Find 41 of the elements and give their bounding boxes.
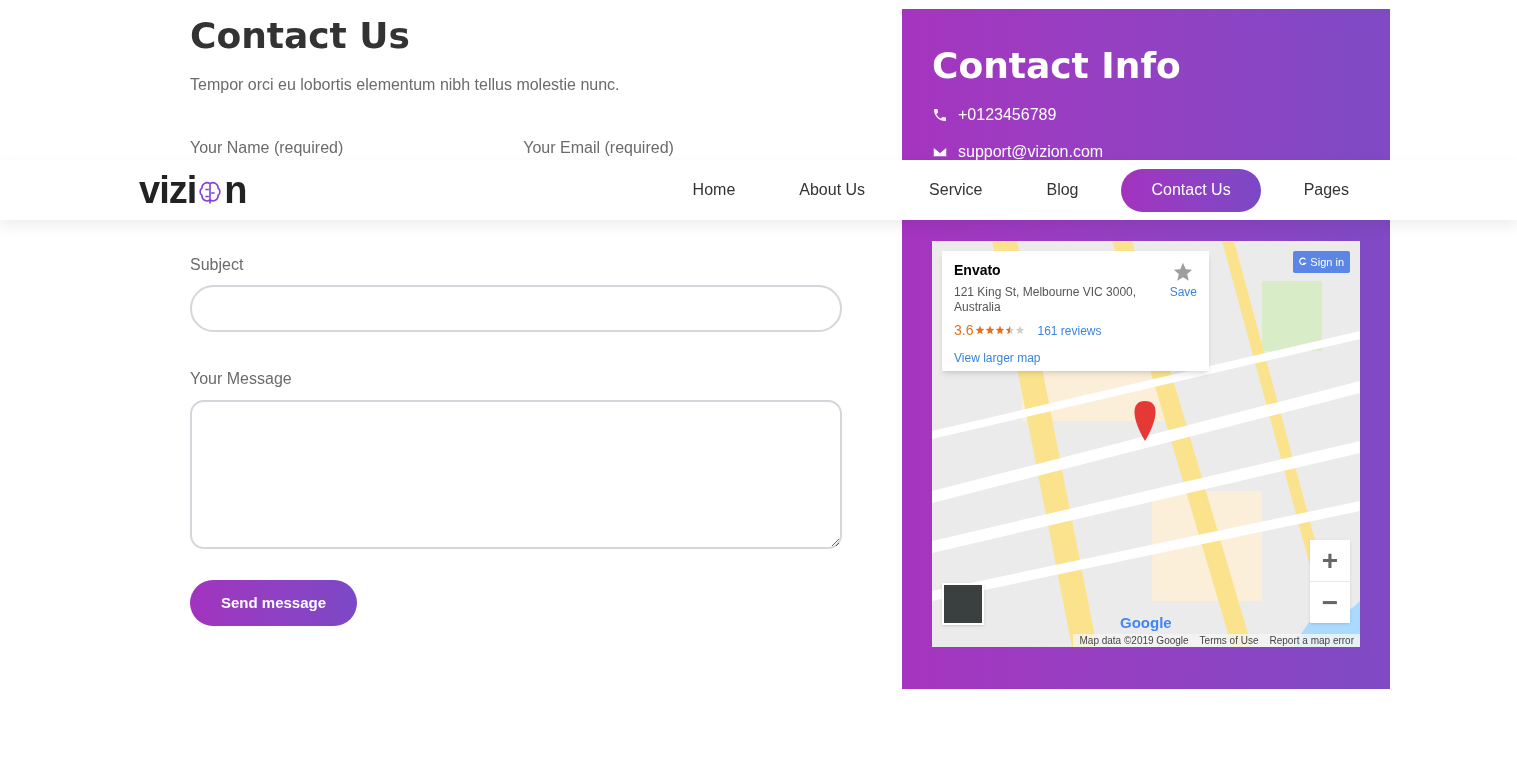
envelope-icon — [932, 146, 948, 158]
panel-title: Contact Info — [932, 45, 1181, 87]
star-icon — [985, 325, 996, 336]
map-footer-link[interactable]: Terms of Use — [1199, 634, 1259, 647]
star-icon — [975, 325, 986, 336]
nav-link[interactable]: Home — [671, 168, 757, 212]
zoom-out-button[interactable]: − — [1310, 581, 1350, 622]
google-logo: Google — [1120, 613, 1172, 633]
star-icon — [1015, 325, 1026, 336]
nav-link[interactable]: Blog — [1025, 168, 1100, 212]
send-button[interactable]: Send message — [190, 580, 357, 626]
nav-link[interactable]: Contact Us — [1121, 168, 1261, 212]
field-label: Your Message — [190, 369, 292, 389]
zoom-in-button[interactable]: + — [1310, 540, 1350, 581]
field-label: Subject — [190, 255, 244, 275]
phone-number: +0123456789 — [958, 105, 1057, 125]
place-name: Envato — [954, 261, 1001, 280]
field-label: Your Name (required) — [190, 139, 344, 156]
map-footer-link[interactable]: Report a map error — [1269, 634, 1354, 647]
page-title: Contact Us — [190, 14, 411, 58]
field-label: Your Email (required) — [523, 139, 674, 156]
google-g-icon — [1299, 256, 1308, 268]
nav-link[interactable]: Pages — [1282, 168, 1370, 212]
input-field[interactable] — [190, 285, 842, 332]
sign-in-button[interactable]: Sign in — [1293, 251, 1350, 273]
email-address: support@vizion.com — [958, 143, 1104, 161]
phone-icon — [932, 107, 948, 123]
star-icon — [995, 325, 1006, 336]
map-type-button[interactable] — [942, 583, 984, 625]
larger-map-link[interactable]: View larger map — [954, 349, 1041, 367]
save-button[interactable]: Save — [1169, 261, 1197, 301]
reviews-link[interactable]: 161 reviews — [1037, 321, 1102, 340]
place-address: 121 King St, Melbourne VIC 3000, Australia — [954, 285, 1138, 315]
logo[interactable]: vizi n — [139, 170, 248, 210]
star-icon — [1005, 325, 1016, 336]
page-subtitle: Tempor orci eu lobortis elementum nibh tellus molestie nunc. — [190, 75, 620, 95]
map-footer-link[interactable]: Map data ©2019 Google — [1079, 634, 1189, 647]
nav-link[interactable]: Service — [908, 168, 1004, 212]
rating-value: 3.6 — [954, 321, 974, 340]
nav-link[interactable]: About Us — [778, 168, 887, 212]
message-field[interactable] — [190, 400, 842, 549]
